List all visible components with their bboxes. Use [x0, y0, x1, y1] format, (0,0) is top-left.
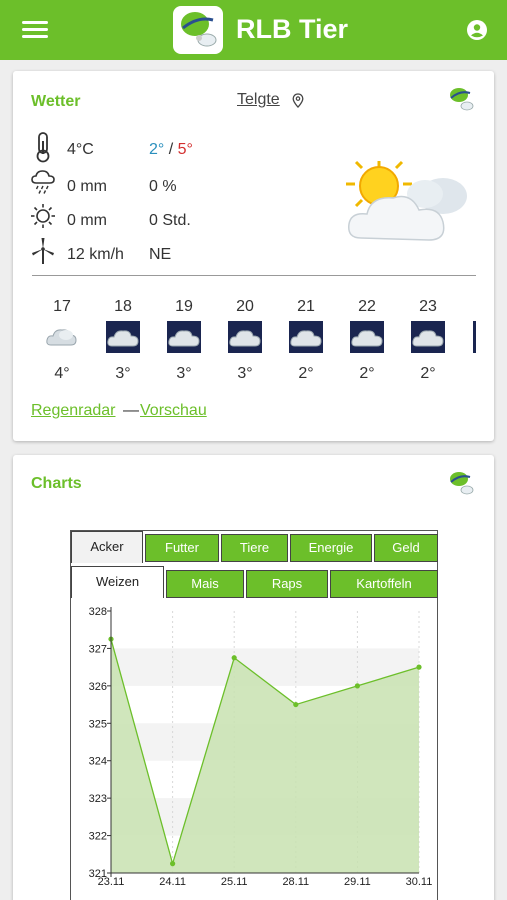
grid-band: [111, 648, 419, 686]
night-cloud-icon: [167, 321, 201, 353]
forecast-preview-link[interactable]: Vorschau: [140, 402, 207, 420]
y-tick-label: 324: [89, 756, 107, 768]
weather-divider: [32, 275, 476, 276]
x-tick-label: 29.11: [344, 876, 371, 888]
y-tick-label: 322: [89, 831, 107, 843]
data-point: [354, 683, 360, 689]
y-tick-label: 327: [89, 643, 107, 655]
app-bar: RLB Tier: [0, 0, 507, 60]
forecast-temp: 2°: [420, 365, 436, 382]
account-icon[interactable]: [467, 20, 487, 40]
forecast-temp: 2°: [298, 365, 314, 382]
location-link[interactable]: Telgte: [237, 91, 280, 109]
forecast-day: 21: [297, 298, 315, 315]
forecast-temp: 3°: [176, 365, 192, 382]
thermometer-icon: [36, 132, 50, 163]
forecast-temp: 3°: [115, 365, 131, 382]
wind-speed: 12 km/h: [67, 246, 124, 263]
data-point: [170, 861, 176, 867]
temperature-value: 4°C: [67, 141, 94, 158]
sun-amount: 0 mm: [67, 212, 107, 229]
y-tick-label: 325: [89, 718, 107, 730]
rain-amount: 0 mm: [67, 178, 107, 195]
data-point: [231, 655, 237, 661]
rlb-small-logo: [450, 88, 474, 111]
x-tick-label: 24.11: [159, 876, 186, 888]
temp-max: 5°: [177, 141, 193, 158]
data-point: [293, 701, 299, 708]
night-cloud-icon: [411, 321, 445, 353]
data-point: [416, 664, 422, 670]
x-tick-label: 25.11: [221, 876, 248, 888]
rain-cloud-icon: [31, 170, 55, 194]
partly-cloudy-icon: [346, 160, 467, 241]
forecast-temp: 4°: [54, 365, 70, 382]
price-chart: 32132232332432532632732823.11 24.11 25.11 2…: [89, 606, 433, 888]
y-tick-label: 323: [89, 793, 107, 805]
link-separator: —: [123, 402, 139, 419]
app-title: RLB Tier: [236, 14, 349, 44]
rlb-small-logo: [450, 472, 474, 495]
temperature-range: 2° / 5°: [149, 141, 193, 159]
y-tick-label: 326: [89, 681, 107, 693]
forecast-day: 17: [53, 298, 71, 315]
night-cloud-icon: [350, 321, 384, 353]
x-tick-label: 28.11: [282, 876, 309, 888]
sun-icon: [31, 204, 55, 228]
charts-card: Charts Acker Futter Tiere Energie Geld W…: [13, 455, 494, 900]
forecast-scroll-indicator[interactable]: [473, 321, 476, 353]
wind-direction: NE: [149, 246, 172, 263]
app-logo: [173, 6, 223, 54]
forecast-day: 20: [236, 298, 254, 315]
x-tick-label: 23.11: [98, 876, 125, 888]
charts-title: Charts: [31, 475, 82, 492]
weather-title: Wetter: [31, 93, 81, 110]
forecast-day: 23: [419, 298, 437, 315]
night-cloud-icon: [289, 321, 323, 353]
x-tick-label: 30.11: [406, 876, 433, 888]
y-tick-label: 328: [89, 606, 107, 618]
chart-widget: Acker Futter Tiere Energie Geld Weizen M…: [70, 530, 438, 900]
cloud-icon: [46, 329, 77, 346]
rain-radar-link[interactable]: Regenradar: [31, 402, 116, 420]
forecast-temp: 2°: [359, 365, 375, 382]
sun-hours: 0 Std.: [149, 212, 191, 229]
temp-separator: /: [168, 141, 174, 158]
night-cloud-icon: [106, 321, 140, 353]
menu-icon[interactable]: [22, 21, 48, 39]
temp-min: 2°: [149, 141, 165, 158]
forecast-day: 19: [175, 298, 193, 315]
forecast-day: 18: [114, 298, 132, 315]
forecast-day: 22: [358, 298, 376, 315]
wind-turbine-icon: [32, 238, 54, 264]
forecast-temp: 3°: [237, 365, 253, 382]
rain-probability: 0 %: [149, 178, 177, 195]
night-cloud-icon: [228, 321, 262, 353]
weather-card: Wetter Telgte 4°C 2° / 5° 0 mm 0 % 0 mm …: [13, 71, 494, 441]
location-pin-icon[interactable]: [292, 93, 304, 108]
